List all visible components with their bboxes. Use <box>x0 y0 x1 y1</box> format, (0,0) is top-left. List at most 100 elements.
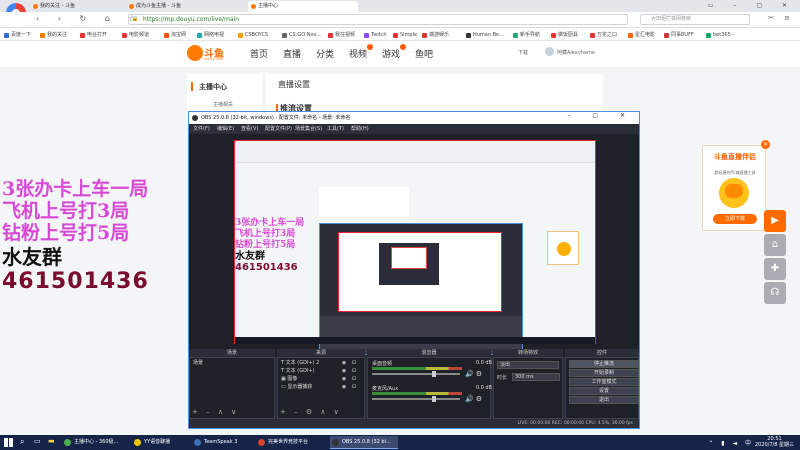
badge-dot <box>400 44 407 50</box>
task-view-icon[interactable]: ▭ <box>34 437 41 445</box>
home-icon[interactable]: ⌂ <box>764 234 786 256</box>
tab-streamer-center[interactable]: 主播中心 <box>248 1 358 12</box>
bookmark-item[interactable]: 百度一下 <box>4 31 31 39</box>
visibility-lock-icons[interactable]: ◉ ⊡ <box>342 359 358 367</box>
obs-window-controls[interactable]: – ▢ ✕ <box>567 112 635 119</box>
nav-category[interactable]: 分类 <box>316 47 334 60</box>
app-icon <box>258 439 265 446</box>
gamepad-icon[interactable]: ✚ <box>764 258 786 280</box>
nav-game[interactable]: 游戏 <box>382 44 407 60</box>
bookmark-item[interactable]: 淘宝网 <box>164 31 186 39</box>
overlay-line: 3张办卡上车一局 <box>2 178 149 200</box>
menu-profile[interactable]: 配置文件(P) <box>265 125 292 132</box>
preview-canvas[interactable]: 3张办卡上车一局 飞机上号打3局 钻粉上号打5局 水友群 461501436 <box>234 140 596 355</box>
avatar[interactable] <box>545 47 554 56</box>
douyu-favicon-icon <box>251 4 256 9</box>
badge-dot <box>367 44 374 50</box>
visibility-lock-icons[interactable]: ◉ ⊡ <box>342 375 358 383</box>
source-item[interactable]: ▣ 图像 ◉ ⊡ <box>281 375 361 383</box>
window-controls[interactable]: ▭ – ▢ ✕ <box>708 0 796 12</box>
menu-scene-collection[interactable]: 场景集合(S) <box>295 125 322 132</box>
bookmark-item[interactable]: 万花之口 <box>590 31 617 39</box>
bookmark-item[interactable]: 新手导航 <box>513 31 540 39</box>
headset-icon[interactable]: ☊ <box>764 282 786 304</box>
studio-mode-button[interactable]: 工作室模式 <box>569 378 639 386</box>
bookmarks-bar: 百度一下 我的关注 电台打开 电影频道 淘宝网 网络电视 CSBOYCS CS:… <box>0 29 800 41</box>
bookmark-item[interactable]: 端游娱乐 <box>422 31 449 39</box>
bookmark-item[interactable]: Human Be... <box>466 31 504 39</box>
obs-preview: 3张办卡上车一局 飞机上号打3局 钻粉上号打5局 水友群 461501436 <box>189 134 639 356</box>
taskbar-item[interactable]: 主播中心 - 360极... <box>62 436 130 449</box>
bookmark-item[interactable]: 星汇电影 <box>628 31 655 39</box>
settings-button[interactable]: 设置 <box>569 387 639 395</box>
visibility-lock-icons[interactable]: ◉ ⊡ <box>342 383 358 391</box>
bookmark-item[interactable]: CSBOYCS <box>238 31 268 39</box>
bookmark-item[interactable]: Simple <box>393 31 417 39</box>
taskbar-item-active[interactable]: OBS 25.0.8 (32 bi... <box>330 436 398 449</box>
dock-header-transitions: 转场特效 <box>493 349 563 357</box>
bookmark-item[interactable]: 同事BUFF <box>664 31 694 39</box>
volume-slider[interactable] <box>372 371 460 377</box>
bookmark-item[interactable]: 电影频道 <box>122 31 149 39</box>
transition-select[interactable]: 淡出 <box>497 361 559 369</box>
menu-edit[interactable]: 编辑(E) <box>217 125 234 132</box>
bookmark-item[interactable]: 我在视频 <box>328 31 355 39</box>
source-item[interactable]: ▭ 显示器捕获 ◉ ⊡ <box>281 383 361 391</box>
scenes-dock: 场景 + – ∧ ∨ <box>189 357 275 419</box>
exit-button[interactable]: 退出 <box>569 396 639 404</box>
browser-menu-icon[interactable]: ✂ ≡ <box>768 14 794 22</box>
menu-help[interactable]: 帮助(H) <box>351 125 369 132</box>
source-dock-buttons[interactable]: + – ⚙ ∧ ∨ <box>280 408 342 416</box>
nav-home[interactable]: 首页 <box>250 47 268 60</box>
tab-become-streamer[interactable]: 成为斗鱼主播 - 斗鱼 <box>126 1 244 12</box>
volume-slider[interactable] <box>372 396 460 402</box>
speaker-gear-icons[interactable]: 🔊⚙ <box>465 395 484 403</box>
tab-my-follow[interactable]: 我的关注 - 斗鱼 <box>30 1 122 12</box>
bookmark-item[interactable]: Twitch <box>364 31 387 39</box>
bookmark-item[interactable]: 网络电视 <box>197 31 224 39</box>
username[interactable]: 阿藏Alexyhame <box>557 49 595 56</box>
sources-dock: T 文本 (GDI+) 2 ◉ ⊡ T 文本 (GDI+) ◉ ⊡ ▣ 图像 ◉ ⊡ … <box>277 357 365 419</box>
file-explorer-icon[interactable]: ▬ <box>48 437 55 445</box>
nav-video[interactable]: 视频 <box>349 44 374 60</box>
download-link[interactable]: 下载 <box>518 49 528 56</box>
download-now-button[interactable]: 立即下载 <box>713 214 757 224</box>
clock[interactable]: 20:51 2020/7/8 星期三 <box>755 436 794 448</box>
close-icon[interactable]: × <box>761 140 770 149</box>
douyu-favicon-icon <box>33 4 38 9</box>
site-header: 斗鱼 DOUYU.COM 首页 直播 分类 视频 游戏 鱼吧 下载 阿藏Alex… <box>0 41 800 67</box>
url-field[interactable]: https://mp.douyu.com/live/main <box>128 14 628 25</box>
stop-streaming-button[interactable]: 停止推流 <box>569 360 639 368</box>
visibility-lock-icons[interactable]: ◉ ⊡ <box>342 367 358 375</box>
scene-dock-buttons[interactable]: + – ∧ ∨ <box>192 408 239 416</box>
bookmark-item[interactable]: bet365 - <box>706 31 734 39</box>
nav-fishbar[interactable]: 鱼吧 <box>415 47 433 60</box>
start-recording-button[interactable]: 开始录制 <box>569 369 639 377</box>
search-icon[interactable]: ⌕ <box>20 437 24 447</box>
taskbar-item[interactable]: YY语音聊播 <box>132 436 190 449</box>
menu-view[interactable]: 查看(V) <box>241 125 258 132</box>
scene-item[interactable]: 场景 <box>193 360 271 367</box>
taskbar-item[interactable]: TeamSpeak 3 <box>192 436 254 449</box>
play-icon[interactable]: ▶ <box>764 210 786 232</box>
speaker-gear-icons[interactable]: 🔊⚙ <box>465 370 484 378</box>
bookmark-item[interactable]: 我的关注 <box>40 31 67 39</box>
sidebar-item-streamer[interactable]: 主播相关 <box>213 101 233 108</box>
source-item[interactable]: T 文本 (GDI+) ◉ ⊡ <box>281 367 361 375</box>
duration-field[interactable]: 300 ms <box>512 373 560 381</box>
menu-file[interactable]: 文件(F) <box>193 125 210 132</box>
nav-live[interactable]: 直播 <box>283 47 301 60</box>
bookmark-item[interactable]: 做饭厨具 <box>551 31 578 39</box>
douyu-logo[interactable]: 斗鱼 DOUYU.COM <box>187 44 225 64</box>
promo-title: 斗鱼直播伴侣 <box>714 153 756 161</box>
obs-status-bar: LIVE: 00:00:00 REC: 00:00:00 CPU: 4.5%, … <box>189 420 639 428</box>
tray-icons[interactable]: ⌃ ▮ ◄ 中 <box>708 438 754 447</box>
overlay-line: 钻粉上号打5局 <box>2 222 130 244</box>
source-item[interactable]: T 文本 (GDI+) 2 ◉ ⊡ <box>281 359 361 367</box>
menu-tools[interactable]: 工具(T) <box>327 125 344 132</box>
bookmark-item[interactable]: 电台打开 <box>80 31 107 39</box>
bookmark-item[interactable]: CS:GO Nov... <box>282 31 321 39</box>
taskbar-item[interactable]: 完美世界竞技平台 <box>256 436 328 449</box>
windows-start-icon[interactable] <box>4 438 13 447</box>
search-input[interactable]: 大田阻拦铁网卷麻 <box>640 14 750 25</box>
